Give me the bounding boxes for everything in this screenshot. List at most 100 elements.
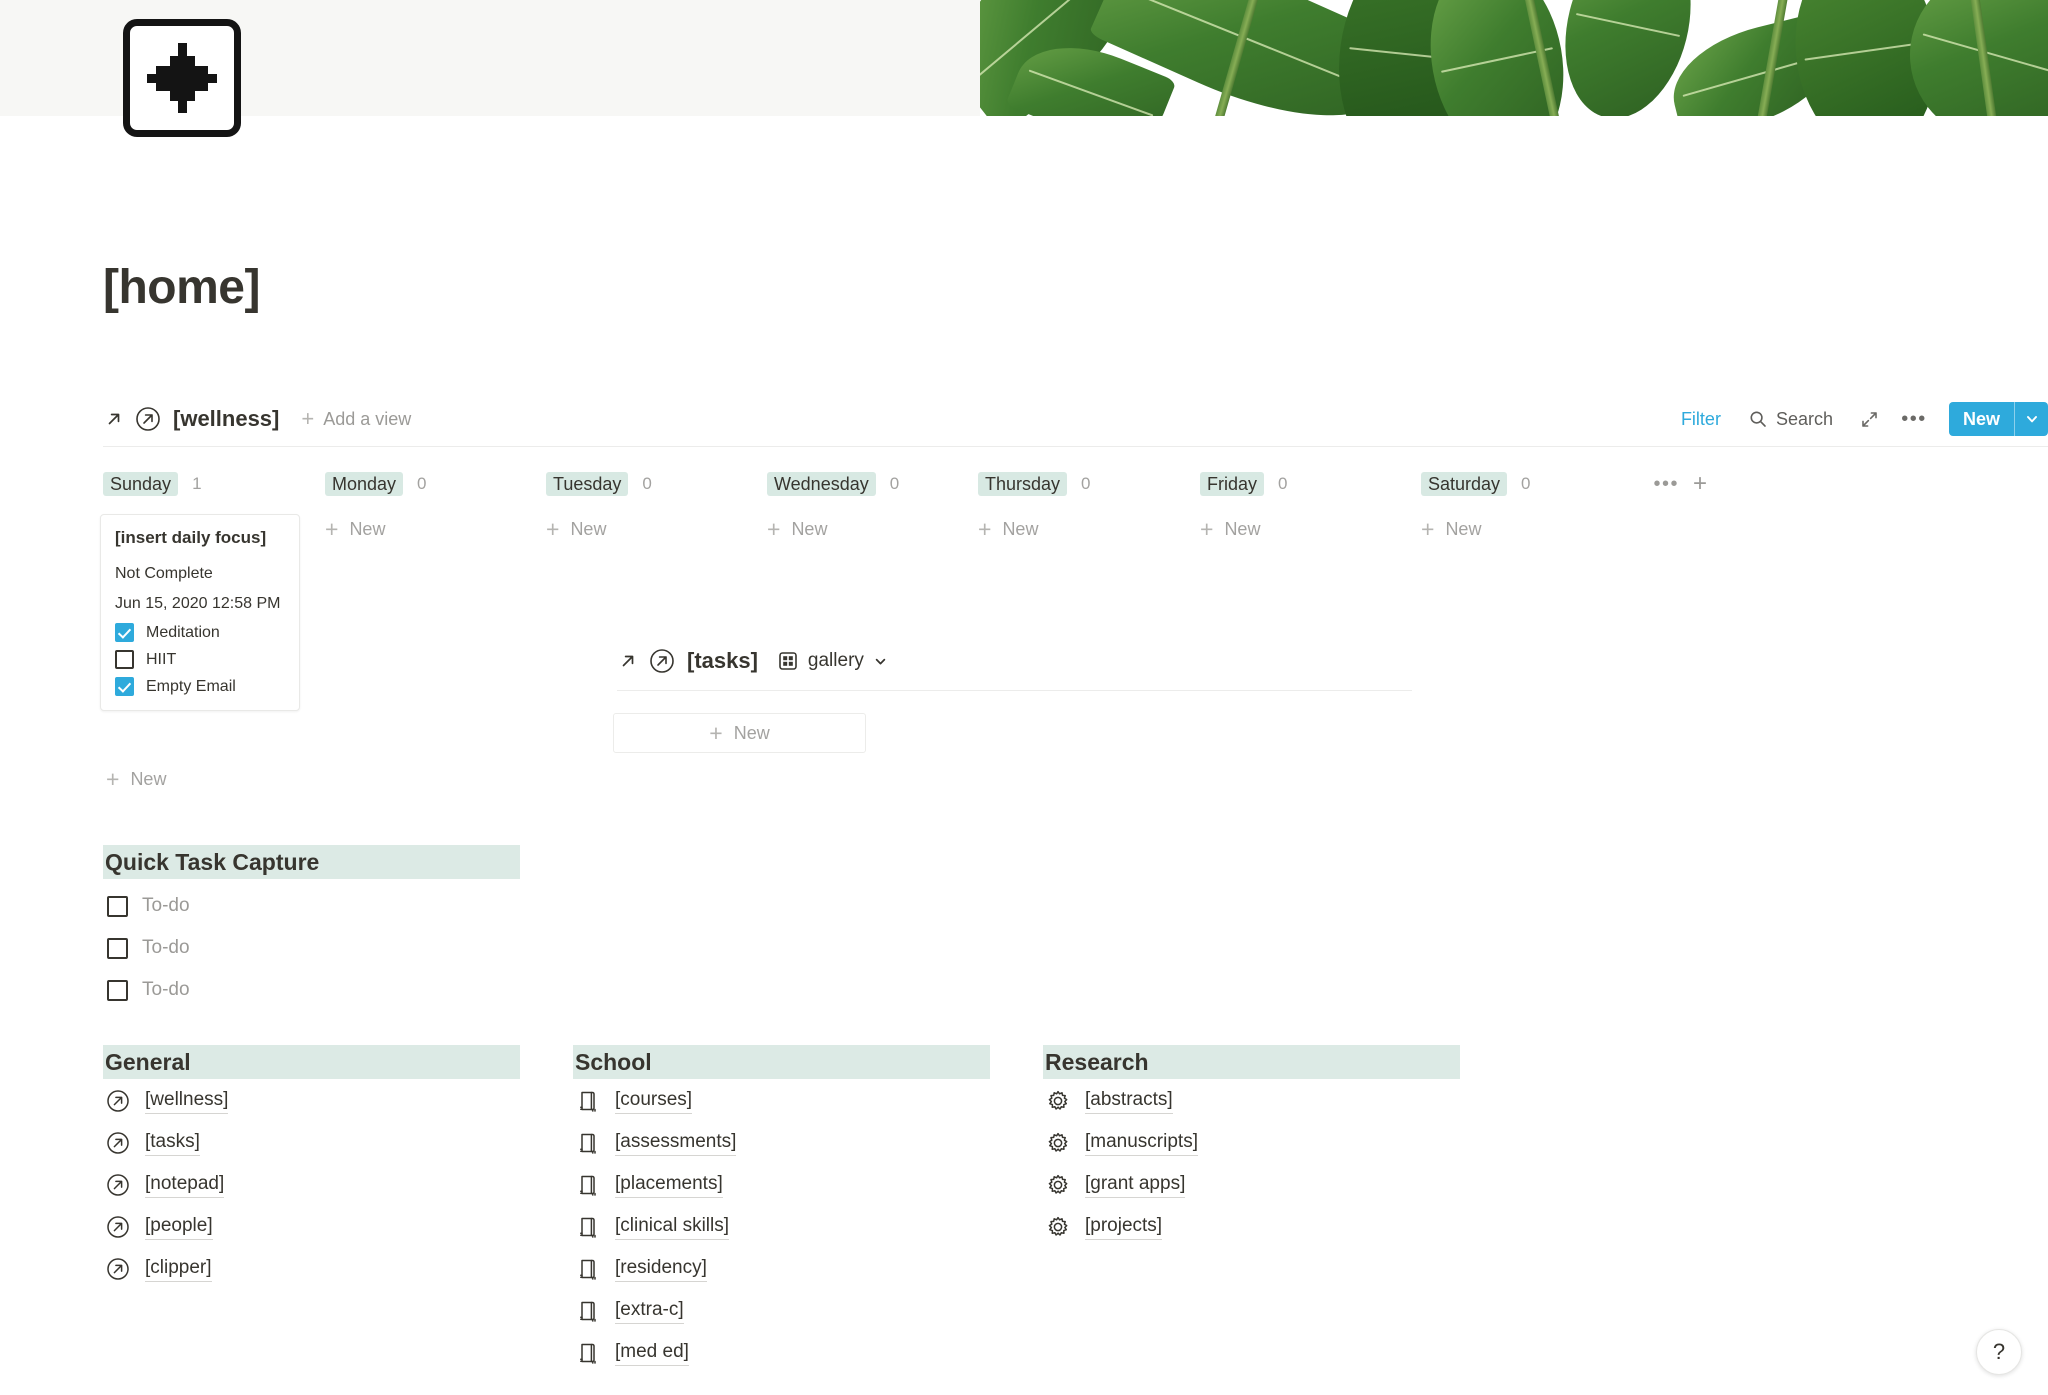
todo-item[interactable]: To-do [107, 937, 190, 960]
toolbar-right-actions: Filter Search ••• New [1671, 402, 2048, 436]
more-options-button[interactable]: ••• [1897, 404, 1931, 434]
link-label[interactable]: [courses] [615, 1088, 693, 1115]
board-column-label[interactable]: Friday [1200, 471, 1265, 497]
link-item[interactable]: [clinical skills] [575, 1214, 730, 1241]
link-label[interactable]: [clipper] [145, 1256, 212, 1283]
closed-book-icon [580, 1259, 596, 1280]
closed-book-icon [575, 1340, 601, 1366]
board-column-label[interactable]: Wednesday [767, 471, 876, 497]
board-column-count: 0 [1081, 474, 1091, 493]
tasks-new-card-button[interactable]: + New [613, 713, 866, 753]
filter-button[interactable]: Filter [1671, 405, 1731, 434]
link-item[interactable]: [extra-c] [575, 1298, 684, 1325]
link-label[interactable]: [people] [145, 1214, 213, 1241]
board-column-label[interactable]: Monday [325, 471, 404, 497]
new-button-dropdown[interactable] [2014, 402, 2048, 436]
add-a-view-button[interactable]: + Add a view [301, 408, 411, 430]
board-column-new-button[interactable]: + New [1421, 518, 1713, 541]
page-cover[interactable] [0, 0, 2048, 116]
link-label[interactable]: [notepad] [145, 1172, 225, 1199]
closed-book-icon [580, 1217, 596, 1238]
board-column-count: 0 [1521, 474, 1531, 493]
wellness-database-name[interactable]: [wellness] [173, 406, 279, 432]
link-label[interactable]: [wellness] [145, 1088, 229, 1115]
card-checklist-item[interactable]: Empty Email [115, 677, 285, 697]
arrow-up-right-circle-icon[interactable] [135, 406, 161, 432]
arrow-up-right-icon[interactable] [103, 408, 125, 430]
link-item[interactable]: [wellness] [105, 1088, 229, 1115]
board-column-label[interactable]: Tuesday [546, 471, 629, 497]
link-item[interactable]: [projects] [1045, 1214, 1163, 1241]
card-checklist-item[interactable]: HIIT [115, 650, 285, 670]
link-item[interactable]: [med ed] [575, 1340, 689, 1367]
board-column-label[interactable]: Saturday [1421, 471, 1508, 497]
link-label[interactable]: [manuscripts] [1085, 1130, 1198, 1157]
checkbox-unchecked-icon[interactable] [107, 979, 128, 1001]
board-card[interactable]: [insert daily focus] Not Complete Jun 15… [100, 514, 300, 712]
link-item[interactable]: [assessments] [575, 1130, 737, 1157]
link-label[interactable]: [tasks] [145, 1130, 200, 1157]
search-button[interactable]: Search [1739, 405, 1843, 434]
link-item[interactable]: [people] [105, 1214, 213, 1241]
tasks-view-selector[interactable]: gallery [778, 650, 888, 672]
gear-icon [1048, 1091, 1068, 1110]
sunday-new-card-button[interactable]: + New [106, 768, 166, 791]
link-label[interactable]: [grant apps] [1085, 1172, 1186, 1199]
page-icon-plus[interactable] [123, 19, 241, 137]
checkbox-unchecked-icon[interactable] [115, 650, 134, 670]
link-item[interactable]: [notepad] [105, 1172, 225, 1199]
todo-item[interactable]: To-do [107, 979, 190, 1002]
link-item[interactable]: [placements] [575, 1172, 723, 1199]
new-label: New [130, 769, 167, 789]
tasks-database-name[interactable]: [tasks] [687, 648, 758, 674]
new-button[interactable]: New [1949, 402, 2014, 436]
new-label: New [1445, 519, 1482, 539]
plus-icon[interactable]: + [1693, 472, 1707, 496]
link-label[interactable]: [abstracts] [1085, 1088, 1173, 1115]
board-column-label[interactable]: Thursday [978, 471, 1068, 497]
link-label[interactable]: [projects] [1085, 1214, 1163, 1241]
new-label: New [733, 722, 770, 743]
link-item[interactable]: [residency] [575, 1256, 707, 1283]
closed-book-icon [580, 1091, 596, 1112]
link-label[interactable]: [assessments] [615, 1130, 737, 1157]
arrow-up-right-circle-icon[interactable] [649, 648, 675, 674]
help-button[interactable]: ? [1976, 1329, 2022, 1375]
expand-icon [1862, 411, 1878, 427]
link-label[interactable]: [placements] [615, 1172, 723, 1199]
wellness-database-toolbar: [wellness] + Add a view Filter Search ••… [103, 395, 2048, 443]
link-item[interactable]: [manuscripts] [1045, 1130, 1198, 1157]
more-horizontal-icon[interactable]: ••• [1653, 474, 1679, 494]
link-item[interactable]: [tasks] [105, 1130, 200, 1157]
plus-icon: + [978, 516, 992, 542]
closed-book-icon [575, 1298, 601, 1324]
arrow-up-right-circle-icon [107, 1090, 129, 1112]
arrow-up-right-icon[interactable] [617, 650, 639, 672]
link-item[interactable]: [courses] [575, 1088, 693, 1115]
search-label: Search [1775, 408, 1833, 429]
checkbox-unchecked-icon[interactable] [107, 895, 128, 917]
link-label[interactable]: [clinical skills] [615, 1214, 730, 1241]
closed-book-icon [575, 1256, 601, 1282]
todo-item[interactable]: To-do [107, 895, 190, 918]
card-status: Not Complete [115, 565, 213, 583]
checkbox-checked-icon[interactable] [115, 677, 134, 697]
link-label[interactable]: [extra-c] [615, 1298, 684, 1325]
page-title[interactable]: [home] [103, 261, 260, 315]
link-item[interactable]: [clipper] [105, 1256, 212, 1283]
new-label: New [1224, 519, 1261, 539]
link-item[interactable]: [abstracts] [1045, 1088, 1173, 1115]
new-label: New [1002, 519, 1039, 539]
gear-icon [1048, 1133, 1068, 1152]
board-column-count: 0 [642, 474, 652, 493]
card-checklist-item[interactable]: Meditation [115, 622, 285, 642]
board-column-label[interactable]: Sunday [103, 471, 179, 497]
link-label[interactable]: [residency] [615, 1256, 707, 1283]
link-item[interactable]: [grant apps] [1045, 1172, 1186, 1199]
checkbox-checked-icon[interactable] [115, 622, 134, 642]
plus-icon: + [1421, 516, 1435, 542]
checkbox-unchecked-icon[interactable] [107, 937, 128, 959]
link-label[interactable]: [med ed] [615, 1340, 689, 1367]
card-date: Jun 15, 2020 12:58 PM [115, 594, 281, 612]
expand-button[interactable] [1853, 404, 1887, 434]
